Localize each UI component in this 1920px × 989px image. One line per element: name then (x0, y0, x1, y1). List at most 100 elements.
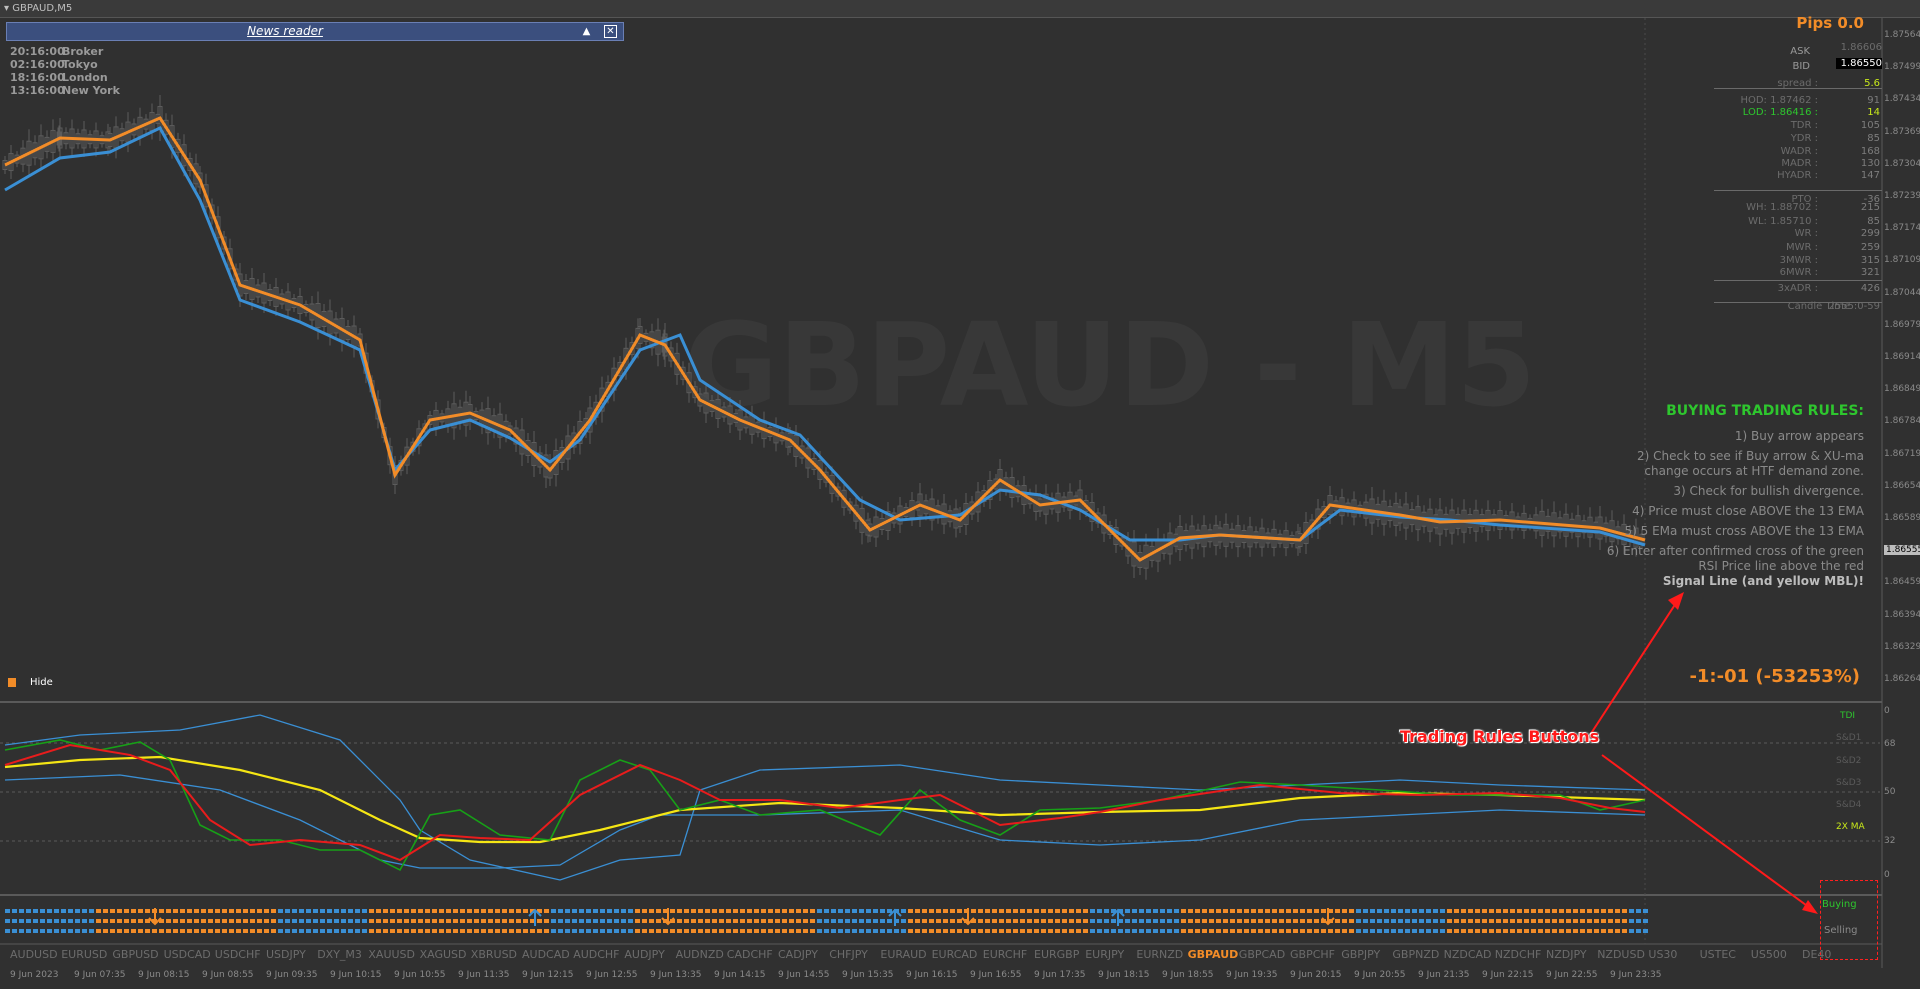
signal-dot (740, 919, 745, 923)
signal-dot (607, 919, 612, 923)
symbol-tab-xbrusd[interactable]: XBRUSD (471, 945, 517, 965)
signal-dot (1405, 929, 1410, 933)
symbol-tab-audnzd[interactable]: AUDNZD (676, 945, 724, 965)
symbol-tab-gbpaud[interactable]: GBPAUD (1188, 945, 1239, 965)
info-row-value: 105 (1860, 120, 1880, 131)
selling-rules-button[interactable]: Selling (1824, 925, 1858, 936)
symbol-tab-xagusd[interactable]: XAGUSD (420, 945, 467, 965)
signal-dot (215, 929, 220, 933)
symbol-tab-nzdchf[interactable]: NZDCHF (1495, 945, 1542, 965)
signal-dot (1314, 929, 1319, 933)
current-price-tag: 1.86555 (1884, 545, 1920, 555)
sd2-label: S&D2 (1836, 756, 1862, 766)
info-separator (1714, 280, 1882, 281)
signal-dot (1524, 929, 1529, 933)
signal-dot (432, 909, 437, 913)
symbol-tab-audjpy[interactable]: AUDJPY (624, 945, 664, 965)
signal-dot (908, 909, 913, 913)
symbol-tab-us500[interactable]: US500 (1751, 945, 1787, 965)
signal-dot (1041, 919, 1046, 923)
signal-dot (1601, 909, 1606, 913)
signal-dot (376, 909, 381, 913)
symbol-tab-usdchf[interactable]: USDCHF (215, 945, 261, 965)
symbol-tab-dxy_m3[interactable]: DXY_M3 (317, 945, 362, 965)
signal-dot (82, 909, 87, 913)
signal-dot (1069, 909, 1074, 913)
symbol-tab-de40[interactable]: DE40 (1802, 945, 1831, 965)
news-reader-bar[interactable]: News reader ▲ ✕ (6, 22, 624, 41)
signal-dot (131, 929, 136, 933)
signal-dot (1489, 919, 1494, 923)
symbol-tab-audchf[interactable]: AUDCHF (573, 945, 619, 965)
signal-dot (1013, 919, 1018, 923)
info-row-label: YDR : (1790, 133, 1818, 144)
symbol-tab-euraud[interactable]: EURAUD (880, 945, 926, 965)
signal-dot (1629, 909, 1634, 913)
symbol-tab-gbpusd[interactable]: GBPUSD (112, 945, 158, 965)
symbol-tab-ustec[interactable]: USTEC (1700, 945, 1736, 965)
symbol-tab-eurusd[interactable]: EURUSD (61, 945, 107, 965)
hide-toggle-icon[interactable] (8, 677, 16, 687)
symbol-tab-cadchf[interactable]: CADCHF (727, 945, 773, 965)
symbol-tab-chfjpy[interactable]: CHFJPY (829, 945, 868, 965)
signal-dot (1286, 919, 1291, 923)
signal-dot (1566, 929, 1571, 933)
buying-rules-button[interactable]: Buying (1822, 899, 1857, 910)
symbol-tab-us30[interactable]: US30 (1648, 945, 1677, 965)
signal-dot (467, 909, 472, 913)
symbol-tab-eurnzd[interactable]: EURNZD (1136, 945, 1183, 965)
signal-dot (1013, 929, 1018, 933)
signal-dot (880, 909, 885, 913)
signal-dot (523, 929, 528, 933)
signal-dot (1461, 919, 1466, 923)
signal-dot (782, 909, 787, 913)
info-row-label: WADR : (1780, 146, 1818, 157)
symbol-tab-cadjpy[interactable]: CADJPY (778, 945, 818, 965)
symbol-tab-usdjpy[interactable]: USDJPY (266, 945, 306, 965)
symbol-tab-nzdusd[interactable]: NZDUSD (1597, 945, 1645, 965)
signal-dot (383, 919, 388, 923)
signal-dot (733, 909, 738, 913)
symbol-tab-audcad[interactable]: AUDCAD (522, 945, 570, 965)
symbol-tab-usdcad[interactable]: USDCAD (164, 945, 211, 965)
signal-dot (901, 909, 906, 913)
collapse-icon[interactable]: ▲ (580, 25, 593, 38)
signal-dot (880, 929, 885, 933)
symbol-tab-eurgbp[interactable]: EURGBP (1034, 945, 1079, 965)
signal-dot (1405, 909, 1410, 913)
signal-dot (1615, 929, 1620, 933)
signal-dot (278, 909, 283, 913)
price-tick-label: 1.86394 (1884, 609, 1920, 620)
symbol-tab-nzdcad[interactable]: NZDCAD (1444, 945, 1492, 965)
tdi-lower-band (4, 774, 1646, 869)
signal-dot (887, 919, 892, 923)
symbol-tab-nzdjpy[interactable]: NZDJPY (1546, 945, 1587, 965)
symbol-tab-gbpnzd[interactable]: GBPNZD (1392, 945, 1439, 965)
signal-dot (719, 919, 724, 923)
signal-dot (1076, 919, 1081, 923)
symbol-tab-gbpchf[interactable]: GBPCHF (1290, 945, 1335, 965)
symbol-tab-audusd[interactable]: AUDUSD (10, 945, 58, 965)
symbol-tab-xauusd[interactable]: XAUUSD (368, 945, 415, 965)
signal-dot (1265, 919, 1270, 923)
session-name: New York (62, 84, 120, 97)
signal-dot (1433, 929, 1438, 933)
symbol-tab-eurjpy[interactable]: EURJPY (1085, 945, 1124, 965)
close-icon[interactable]: ✕ (604, 25, 617, 38)
rule-item: 6) Enter after confirmed cross of the gr… (1606, 544, 1864, 573)
signal-dot (1370, 929, 1375, 933)
price-tick-label: 1.87109 (1884, 255, 1920, 266)
sd3-label: S&D3 (1836, 778, 1862, 788)
hide-button[interactable]: Hide (8, 677, 53, 688)
symbol-tab-gbpcad[interactable]: GBPCAD (1239, 945, 1285, 965)
symbol-tab-eurcad[interactable]: EURCAD (932, 945, 978, 965)
symbol-tab-eurchf[interactable]: EURCHF (983, 945, 1027, 965)
time-tick-label: 9 Jun 07:35 (74, 970, 126, 980)
symbol-tab-gbpjpy[interactable]: GBPJPY (1341, 945, 1380, 965)
signal-dot (1125, 919, 1130, 923)
signal-dot (698, 929, 703, 933)
news-reader-title[interactable]: News reader (7, 23, 563, 40)
signal-dot (271, 929, 276, 933)
signal-dot (117, 919, 122, 923)
signal-dot (712, 929, 717, 933)
